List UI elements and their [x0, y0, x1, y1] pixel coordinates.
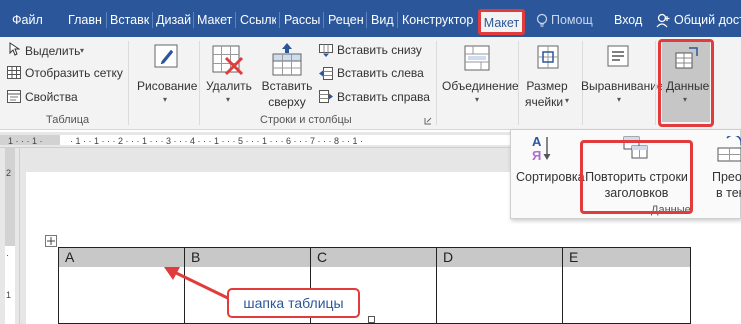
insert-above-label-1[interactable]: Вставить: [258, 79, 316, 94]
move-handle-icon[interactable]: [45, 235, 57, 247]
data-highlight-box: [658, 39, 714, 127]
tab-mailings[interactable]: Рассы: [284, 10, 320, 30]
table-header-cell[interactable]: D: [437, 248, 563, 267]
insert-below-button[interactable]: Вставить снизу: [337, 43, 422, 58]
table-header-cell[interactable]: E: [563, 248, 690, 267]
svg-text:Я: Я: [532, 148, 541, 162]
annotation-callout: шапка таблицы: [227, 288, 360, 318]
tab-insert[interactable]: Вставк: [110, 10, 150, 30]
svg-text:2: 2: [6, 168, 11, 178]
convert-to-text-label-1[interactable]: Преобра: [712, 170, 741, 185]
merge-icon: [464, 45, 490, 71]
chevron-down-icon: ▾: [226, 95, 231, 104]
chevron-down-icon: ▾: [617, 95, 622, 104]
cell-size-label-1[interactable]: Размер: [521, 79, 573, 94]
svg-text:A: A: [532, 134, 542, 149]
chevron-down-icon: ▾: [475, 95, 480, 104]
tab-layout-active[interactable]: Макет: [478, 9, 525, 35]
tab-review[interactable]: Рецен: [328, 10, 364, 30]
insert-below-icon: [319, 44, 333, 57]
chevron-down-icon: ▾: [163, 95, 168, 104]
svg-text:·: ·: [6, 250, 9, 260]
tab-constructor[interactable]: Конструктор: [402, 10, 476, 30]
svg-text:1: 1: [6, 290, 11, 300]
tab-file[interactable]: Файл: [12, 10, 50, 30]
repeat-header-highlight-box: [580, 140, 693, 214]
svg-text:1 · · · 1 ·: 1 · · · 1 ·: [8, 136, 43, 146]
convert-to-text-icon: [717, 136, 741, 162]
convert-to-text-label-2[interactable]: в тек: [716, 186, 741, 201]
view-gridlines-button[interactable]: Отобразить сетку: [25, 66, 123, 81]
alignment-button[interactable]: Выравнивание: [581, 79, 664, 94]
draw-button[interactable]: Рисование: [137, 79, 197, 94]
properties-icon: [7, 90, 21, 103]
grid-icon: [7, 66, 21, 79]
ruler-ticks: 1 · · · 1 · · 1 · · 1 · · · 2 · · · 1 · …: [0, 135, 510, 146]
sort-icon: A Я: [532, 134, 551, 162]
insert-right-icon: [319, 90, 333, 103]
vertical-ruler[interactable]: 2 · 1: [0, 148, 20, 324]
insert-left-icon: [319, 67, 333, 80]
cursor-icon: [9, 42, 20, 56]
properties-button[interactable]: Свойства: [25, 90, 78, 105]
tab-layout[interactable]: Макет: [197, 10, 233, 30]
ribbon: Выделить ▾ Отобразить сетку Свойства Таб…: [0, 37, 741, 130]
select-button[interactable]: Выделить: [25, 44, 80, 59]
tab-design[interactable]: Дизай: [156, 10, 192, 30]
insert-above-label-2[interactable]: сверху: [258, 95, 316, 110]
group-label-rows-columns: Строки и столбцы: [260, 114, 352, 126]
merge-button[interactable]: Объединение: [442, 79, 519, 94]
ribbon-tab-bar: Файл Главн Вставк Дизай Макет Ссылк Расс…: [0, 0, 741, 37]
insert-above-icon: [272, 43, 302, 76]
tab-view[interactable]: Вид: [371, 10, 395, 30]
alignment-icon: [607, 45, 629, 67]
table-resize-handle[interactable]: [368, 316, 376, 324]
insert-right-button[interactable]: Вставить справа: [337, 90, 430, 105]
insert-left-button[interactable]: Вставить слева: [337, 66, 424, 81]
chevron-down-icon: ▾: [80, 46, 85, 55]
ruler-ticks-vertical: 2 · 1: [5, 148, 15, 324]
document-table[interactable]: A B C D E: [58, 247, 691, 324]
sign-in-link[interactable]: Вход: [614, 10, 644, 30]
delete-button[interactable]: Удалить: [206, 79, 252, 94]
cell-size-icon: [537, 45, 559, 69]
user-icon: [656, 13, 670, 28]
svg-text:· 1 · · 1 · · · 2 · · · 1 · ·: · 1 · · 1 · · · 2 · · · 1 · · · 3 · · · …: [70, 136, 363, 146]
share-button[interactable]: Общий дост: [674, 10, 741, 30]
horizontal-ruler[interactable]: 1 · · · 1 · · 1 · · 1 · · · 2 · · · 1 · …: [0, 132, 510, 148]
cell-size-label-2[interactable]: ячейки: [518, 95, 570, 110]
lightbulb-icon: [536, 13, 548, 27]
data-dropdown-panel: A Я Сортировка Повторить строки заголовк…: [510, 129, 741, 219]
group-label-table: Таблица: [46, 114, 90, 126]
tell-me-search[interactable]: Помощ: [551, 10, 599, 30]
sort-button[interactable]: Сортировка: [516, 170, 585, 185]
delete-table-icon: [212, 45, 244, 76]
tab-home[interactable]: Главн: [68, 10, 106, 30]
chevron-down-icon: ▾: [565, 96, 570, 105]
table-header-cell[interactable]: C: [311, 248, 437, 267]
draw-table-icon: [154, 44, 178, 68]
tab-references[interactable]: Ссылк: [240, 10, 276, 30]
dialog-launcher-icon[interactable]: [424, 117, 432, 125]
